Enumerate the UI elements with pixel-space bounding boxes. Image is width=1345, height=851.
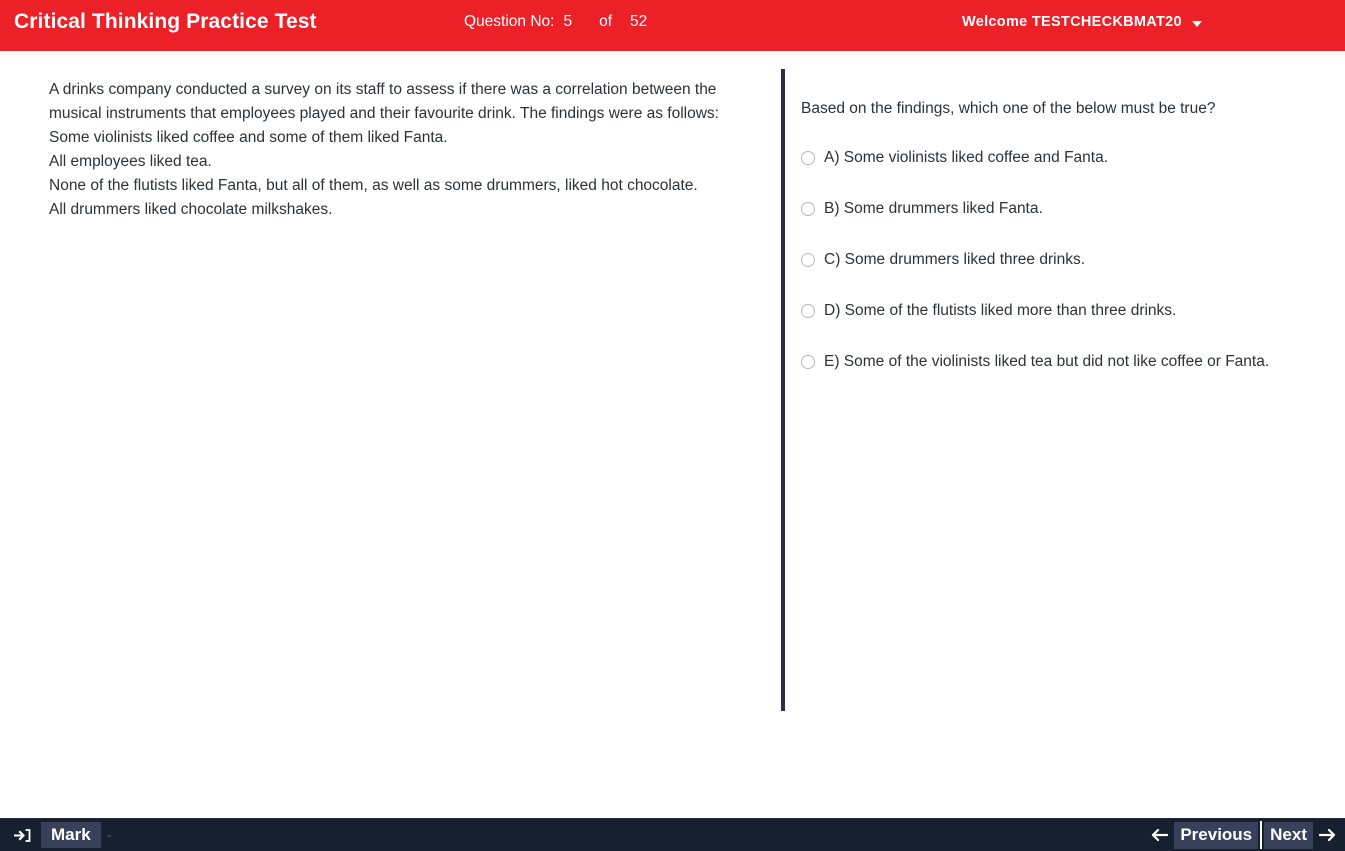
radio-button-a[interactable] xyxy=(801,151,815,165)
question-area: A drinks company conducted a survey on i… xyxy=(0,51,1345,818)
question-stem: A drinks company conducted a survey on i… xyxy=(49,81,719,218)
question-number: 5 xyxy=(563,13,573,30)
radio-button-c[interactable] xyxy=(801,253,815,267)
user-menu[interactable]: Welcome TESTCHECKBMAT20 xyxy=(962,14,1202,30)
footer-bar: Mark - Previous Next xyxy=(0,818,1345,851)
sign-in-arrow-icon xyxy=(13,827,31,844)
of-label: of xyxy=(599,13,613,30)
question-no-label: Question No: xyxy=(464,13,555,30)
option-b[interactable]: B) Some drummers liked Fanta. xyxy=(801,197,1301,221)
previous-button[interactable]: Previous xyxy=(1150,819,1259,851)
option-c-label: C) Some drummers liked three drinks. xyxy=(824,251,1085,268)
arrow-right-icon xyxy=(1318,828,1337,842)
panel-divider xyxy=(781,69,785,711)
question-total: 52 xyxy=(630,13,648,30)
chevron-down-icon xyxy=(1191,21,1202,27)
previous-button-label: Previous xyxy=(1174,821,1259,849)
test-page: Critical Thinking Practice Test Question… xyxy=(0,0,1345,851)
next-button[interactable]: Next xyxy=(1264,819,1337,851)
option-d[interactable]: D) Some of the flutists liked more than … xyxy=(801,299,1301,323)
arrow-left-icon xyxy=(1150,828,1169,842)
mark-button[interactable]: Mark - xyxy=(13,819,112,851)
radio-button-d[interactable] xyxy=(801,304,815,318)
option-e-label: E) Some of the violinists liked tea but … xyxy=(824,353,1270,370)
question-counter: Question No: 5 of 52 xyxy=(464,13,647,31)
option-a-label: A) Some violinists liked coffee and Fant… xyxy=(824,149,1109,166)
welcome-label: Welcome TESTCHECKBMAT20 xyxy=(962,14,1182,30)
next-button-label: Next xyxy=(1264,821,1313,849)
option-e[interactable]: E) Some of the violinists liked tea but … xyxy=(801,350,1301,374)
option-b-label: B) Some drummers liked Fanta. xyxy=(824,200,1043,217)
nav-divider xyxy=(1260,821,1263,849)
mark-trailing-dash: - xyxy=(106,826,112,844)
radio-button-b[interactable] xyxy=(801,202,815,216)
answer-panel: Based on the findings, which one of the … xyxy=(801,97,1301,374)
option-a[interactable]: A) Some violinists liked coffee and Fant… xyxy=(801,146,1301,170)
header-bar: Critical Thinking Practice Test Question… xyxy=(0,0,1345,51)
radio-button-e[interactable] xyxy=(801,355,815,369)
mark-button-label: Mark xyxy=(41,822,101,848)
option-d-label: D) Some of the flutists liked more than … xyxy=(824,302,1177,319)
answer-prompt: Based on the findings, which one of the … xyxy=(801,100,1216,117)
navigation-buttons: Previous Next xyxy=(1150,819,1337,851)
page-title: Critical Thinking Practice Test xyxy=(14,10,317,33)
option-c[interactable]: C) Some drummers liked three drinks. xyxy=(801,248,1301,272)
